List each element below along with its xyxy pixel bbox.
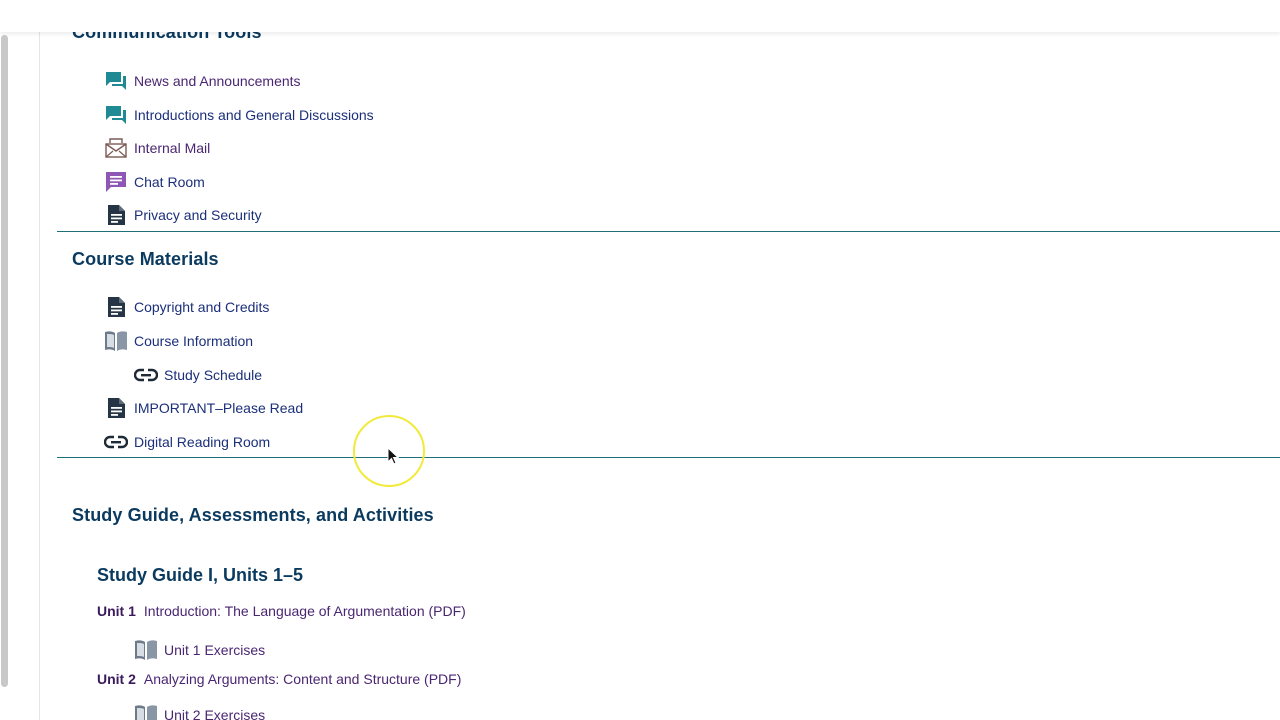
link-introductions-discussions[interactable]: Introductions and General Discussions xyxy=(104,104,374,126)
section-divider xyxy=(57,457,1280,458)
book-icon xyxy=(104,330,128,352)
unit-number: Unit 2 xyxy=(97,671,136,687)
link-label: Unit 1 Exercises xyxy=(164,642,266,658)
link-icon xyxy=(104,431,128,453)
unit-pdf-link[interactable]: Analyzing Arguments: Content and Structu… xyxy=(144,671,461,687)
forum-icon xyxy=(104,104,128,126)
link-important-please-read[interactable]: IMPORTANT–Please Read xyxy=(104,397,303,419)
section-title-study-guide: Study Guide, Assessments, and Activities xyxy=(72,505,434,525)
link-privacy-security[interactable]: Privacy and Security xyxy=(104,204,262,226)
scrollbar-thumb[interactable] xyxy=(1,35,8,687)
top-bar xyxy=(0,0,1280,32)
section-title-course-materials: Course Materials xyxy=(72,249,219,269)
link-internal-mail[interactable]: Internal Mail xyxy=(104,137,210,159)
link-chat-room[interactable]: Chat Room xyxy=(104,171,205,193)
unit-row: Unit 2 Analyzing Arguments: Content and … xyxy=(97,671,461,687)
link-unit-2-exercises[interactable]: Unit 2 Exercises xyxy=(134,704,265,720)
section-divider xyxy=(57,231,1280,232)
book-icon xyxy=(134,639,158,661)
link-label: Study Schedule xyxy=(164,367,263,383)
link-news-announcements[interactable]: News and Announcements xyxy=(104,70,301,92)
link-course-information[interactable]: Course Information xyxy=(104,330,253,352)
link-copyright-credits[interactable]: Copyright and Credits xyxy=(104,296,269,318)
book-icon xyxy=(134,704,158,720)
link-label: Course Information xyxy=(134,333,254,349)
forum-icon xyxy=(104,70,128,92)
mail-icon xyxy=(104,137,128,159)
document-icon xyxy=(104,397,128,419)
unit-pdf-link[interactable]: Introduction: The Language of Argumentat… xyxy=(144,603,466,619)
document-icon xyxy=(104,296,128,318)
course-content: Communication Tools News and Announcemen… xyxy=(0,0,1280,720)
link-label: Introductions and General Discussions xyxy=(134,107,374,123)
study-guide-subtitle: Study Guide I, Units 1–5 xyxy=(97,565,304,585)
chat-icon xyxy=(104,171,128,193)
link-label: News and Announcements xyxy=(134,73,301,89)
link-unit-1-exercises[interactable]: Unit 1 Exercises xyxy=(134,639,265,661)
unit-number: Unit 1 xyxy=(97,603,136,619)
link-label: Copyright and Credits xyxy=(134,299,270,315)
link-label: Internal Mail xyxy=(134,140,211,156)
link-icon xyxy=(134,364,158,386)
unit-row: Unit 1 Introduction: The Language of Arg… xyxy=(97,603,466,619)
link-label: Privacy and Security xyxy=(134,207,262,223)
document-icon xyxy=(104,204,128,226)
left-rail xyxy=(0,0,40,720)
link-label: Chat Room xyxy=(134,174,205,190)
link-label: Unit 2 Exercises xyxy=(164,707,266,720)
link-study-schedule[interactable]: Study Schedule xyxy=(134,364,262,386)
link-digital-reading-room[interactable]: Digital Reading Room xyxy=(104,431,270,453)
link-label: IMPORTANT–Please Read xyxy=(134,400,304,416)
link-label: Digital Reading Room xyxy=(134,434,271,450)
